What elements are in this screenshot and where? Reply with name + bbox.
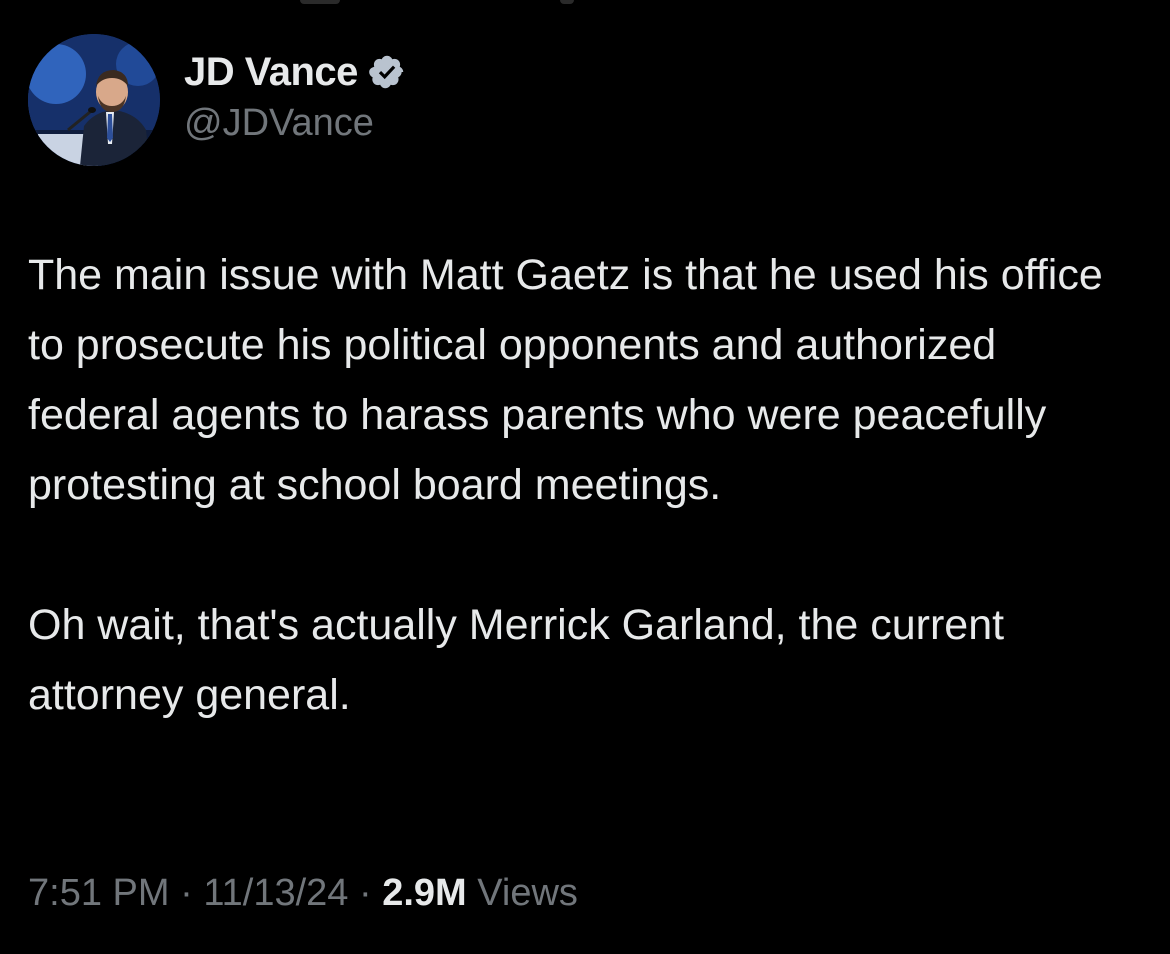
cropped-previous-text — [0, 0, 1170, 6]
author-name-row: JD Vance — [184, 44, 406, 100]
tweet-paragraph: The main issue with Matt Gaetz is that h… — [28, 251, 1103, 509]
tweet-text: The main issue with Matt Gaetz is that h… — [28, 240, 1138, 730]
tweet-date[interactable]: 11/13/24 — [203, 872, 348, 914]
meta-separator: · — [180, 872, 193, 914]
tweet-screenshot: JD Vance @JDVance The main issue with Ma… — [0, 0, 1170, 954]
tweet-paragraph: Oh wait, that's actually Merrick Garland… — [28, 601, 1005, 719]
meta-separator: · — [358, 872, 372, 914]
avatar[interactable] — [28, 34, 160, 166]
profile-photo-icon — [28, 34, 160, 166]
tweet-header: JD Vance @JDVance — [184, 44, 406, 145]
views-count[interactable]: 2.9M — [382, 872, 466, 914]
views-label: Views — [477, 872, 578, 914]
verified-badge-icon[interactable] — [368, 53, 406, 91]
tweet-meta: 7:51 PM · 11/13/24 · 2.9M Views — [28, 872, 578, 915]
tweet-time[interactable]: 7:51 PM — [28, 872, 170, 914]
author-handle[interactable]: @JDVance — [184, 102, 406, 145]
author-display-name[interactable]: JD Vance — [184, 50, 358, 95]
